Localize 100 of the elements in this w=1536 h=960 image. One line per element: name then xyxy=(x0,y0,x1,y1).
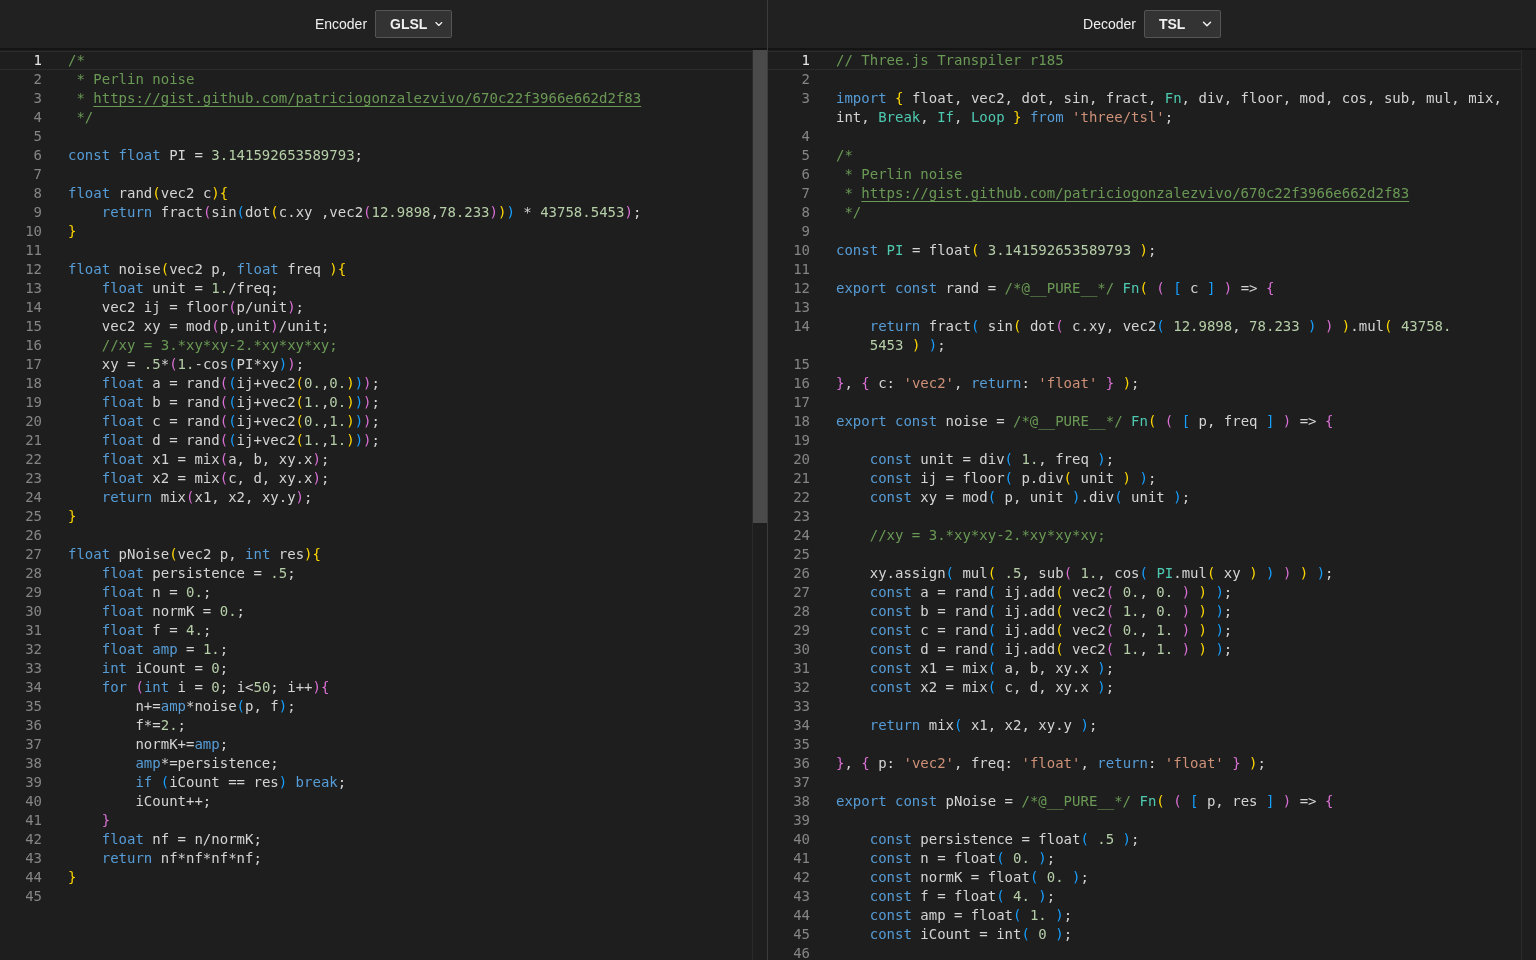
line-number: 26 xyxy=(793,564,810,583)
code-line: float c = rand((ij+vec2(0.,1.))); xyxy=(100,412,380,431)
code-line: float d = rand((ij+vec2(1.,1.))); xyxy=(100,431,380,450)
line-number: 36 xyxy=(25,716,42,735)
code-line: const normK = float( 0. ); xyxy=(868,868,1089,887)
code-line: const b = rand( ij.add( vec2( 1., 0. ) ) ); xyxy=(868,602,1233,621)
line-number: 17 xyxy=(25,355,42,374)
code-line: if (iCount == res) break; xyxy=(134,773,347,792)
code-line: float n = 0.; xyxy=(100,583,212,602)
line-number: 39 xyxy=(793,811,810,830)
line-number: 42 xyxy=(793,868,810,887)
code-line: for (int i = 0; i<50; i++){ xyxy=(100,678,330,697)
code-line: float pNoise(vec2 p, int res){ xyxy=(68,545,321,564)
line-number: 11 xyxy=(25,241,42,260)
code-line: normK+=amp; xyxy=(134,735,229,754)
code-line: export const rand = /*@__PURE__*/ Fn( ( [ c ] ) => { xyxy=(836,279,1275,298)
line-number: 23 xyxy=(25,469,42,488)
line-number: 14 xyxy=(25,298,42,317)
line-number: 33 xyxy=(793,697,810,716)
code-line: //xy = 3.*xy*xy-2.*xy*xy*xy; xyxy=(868,526,1106,545)
line-number: 38 xyxy=(25,754,42,773)
language-select[interactable]: TSL xyxy=(1143,10,1221,38)
line-number: 36 xyxy=(793,754,810,773)
line-number: 46 xyxy=(793,944,810,960)
line-number: 5 xyxy=(33,127,42,146)
code-line: float x1 = mix(a, b, xy.x); xyxy=(100,450,330,469)
code-line: * Perlin noise xyxy=(843,165,963,184)
line-number: 13 xyxy=(793,298,810,317)
line-number: 1 xyxy=(33,51,42,70)
code-line: export const noise = /*@__PURE__*/ Fn( ( [ p, freq ] ) => { xyxy=(836,412,1334,431)
code-line: const a = rand( ij.add( vec2( 0., 0. ) ) ); xyxy=(868,583,1233,602)
code-line: float noise(vec2 p, float freq ){ xyxy=(68,260,347,279)
line-number: 6 xyxy=(33,146,42,165)
line-number: 33 xyxy=(25,659,42,678)
line-number: 23 xyxy=(793,507,810,526)
code-line: const persistence = float( .5 ); xyxy=(868,830,1140,849)
line-number: 8 xyxy=(801,203,810,222)
line-number: 22 xyxy=(793,488,810,507)
code-line: } xyxy=(68,222,77,241)
code-line: return mix( x1, x2, xy.y ); xyxy=(868,716,1098,735)
code-line: xy = .5*(1.-cos(PI*xy)); xyxy=(100,355,305,374)
code-line: }, { p: 'vec2', freq: 'float', return: 'float' } ); xyxy=(836,754,1266,773)
line-number: 27 xyxy=(793,583,810,602)
code-line: float amp = 1.; xyxy=(100,640,229,659)
code-line: const x2 = mix( c, d, xy.x ); xyxy=(868,678,1115,697)
line-number: 9 xyxy=(33,203,42,222)
code-line: // Three.js Transpiler r185 xyxy=(836,51,1064,70)
line-number: 24 xyxy=(25,488,42,507)
line-number: 3 xyxy=(33,89,42,108)
line-number: 37 xyxy=(25,735,42,754)
code-line: const iCount = int( 0 ); xyxy=(868,925,1073,944)
line-number: 21 xyxy=(793,469,810,488)
line-number: 19 xyxy=(793,431,810,450)
code-line: }, { c: 'vec2', return: 'float' } ); xyxy=(836,374,1140,393)
code-line: n+=amp*noise(p, f); xyxy=(134,697,296,716)
line-number: 6 xyxy=(801,165,810,184)
code-line: } xyxy=(100,811,111,830)
code-line: //xy = 3.*xy*xy-2.*xy*xy*xy; xyxy=(100,336,338,355)
line-number: 26 xyxy=(25,526,42,545)
code-line: const f = float( 4. ); xyxy=(868,887,1056,906)
scrollbar-thumb[interactable] xyxy=(753,50,767,523)
code-line: const PI = float( 3.141592653589793 ); xyxy=(836,241,1157,260)
code-line: } xyxy=(68,868,77,887)
line-number: 13 xyxy=(25,279,42,298)
code-line: export const pNoise = /*@__PURE__*/ Fn( ( [ p, res ] ) => { xyxy=(836,792,1334,811)
line-number: 5 xyxy=(801,146,810,165)
line-number: 29 xyxy=(25,583,42,602)
line-number: 18 xyxy=(25,374,42,393)
line-number: 27 xyxy=(25,545,42,564)
code-line: iCount++; xyxy=(134,792,212,811)
scrollbar[interactable] xyxy=(752,50,767,960)
line-number: 17 xyxy=(793,393,810,412)
line-number: 16 xyxy=(25,336,42,355)
code-line: float x2 = mix(c, d, xy.x); xyxy=(100,469,330,488)
code-line: float b = rand((ij+vec2(1.,0.))); xyxy=(100,393,380,412)
line-number: 20 xyxy=(25,412,42,431)
language-select[interactable]: GLSL xyxy=(375,10,453,38)
line-number: 10 xyxy=(25,222,42,241)
code-line: import { float, vec2, dot, sin, fract, Fn, div, floor, mod, cos, sub, mul, mix, xyxy=(836,89,1502,108)
line-number: 3 xyxy=(801,89,810,108)
code-line: } xyxy=(68,507,77,526)
line-number: 32 xyxy=(25,640,42,659)
line-number: 4 xyxy=(33,108,42,127)
line-number: 42 xyxy=(25,830,42,849)
code-line: int, Break, If, Loop } from 'three/tsl'; xyxy=(836,108,1174,127)
line-number: 19 xyxy=(25,393,42,412)
line-number: 4 xyxy=(801,127,810,146)
line-number: 24 xyxy=(793,526,810,545)
line-number: 35 xyxy=(25,697,42,716)
code-line: vec2 xy = mod(p,unit)/unit; xyxy=(100,317,330,336)
code-line: * Perlin noise xyxy=(75,70,195,89)
line-number: 7 xyxy=(801,184,810,203)
line-number: 12 xyxy=(793,279,810,298)
line-number: 45 xyxy=(25,887,42,906)
line-number: 28 xyxy=(25,564,42,583)
line-number: 21 xyxy=(25,431,42,450)
code-line: float persistence = .5; xyxy=(100,564,296,583)
code-line: float nf = n/normK; xyxy=(100,830,262,849)
line-number: 34 xyxy=(793,716,810,735)
line-number: 22 xyxy=(25,450,42,469)
